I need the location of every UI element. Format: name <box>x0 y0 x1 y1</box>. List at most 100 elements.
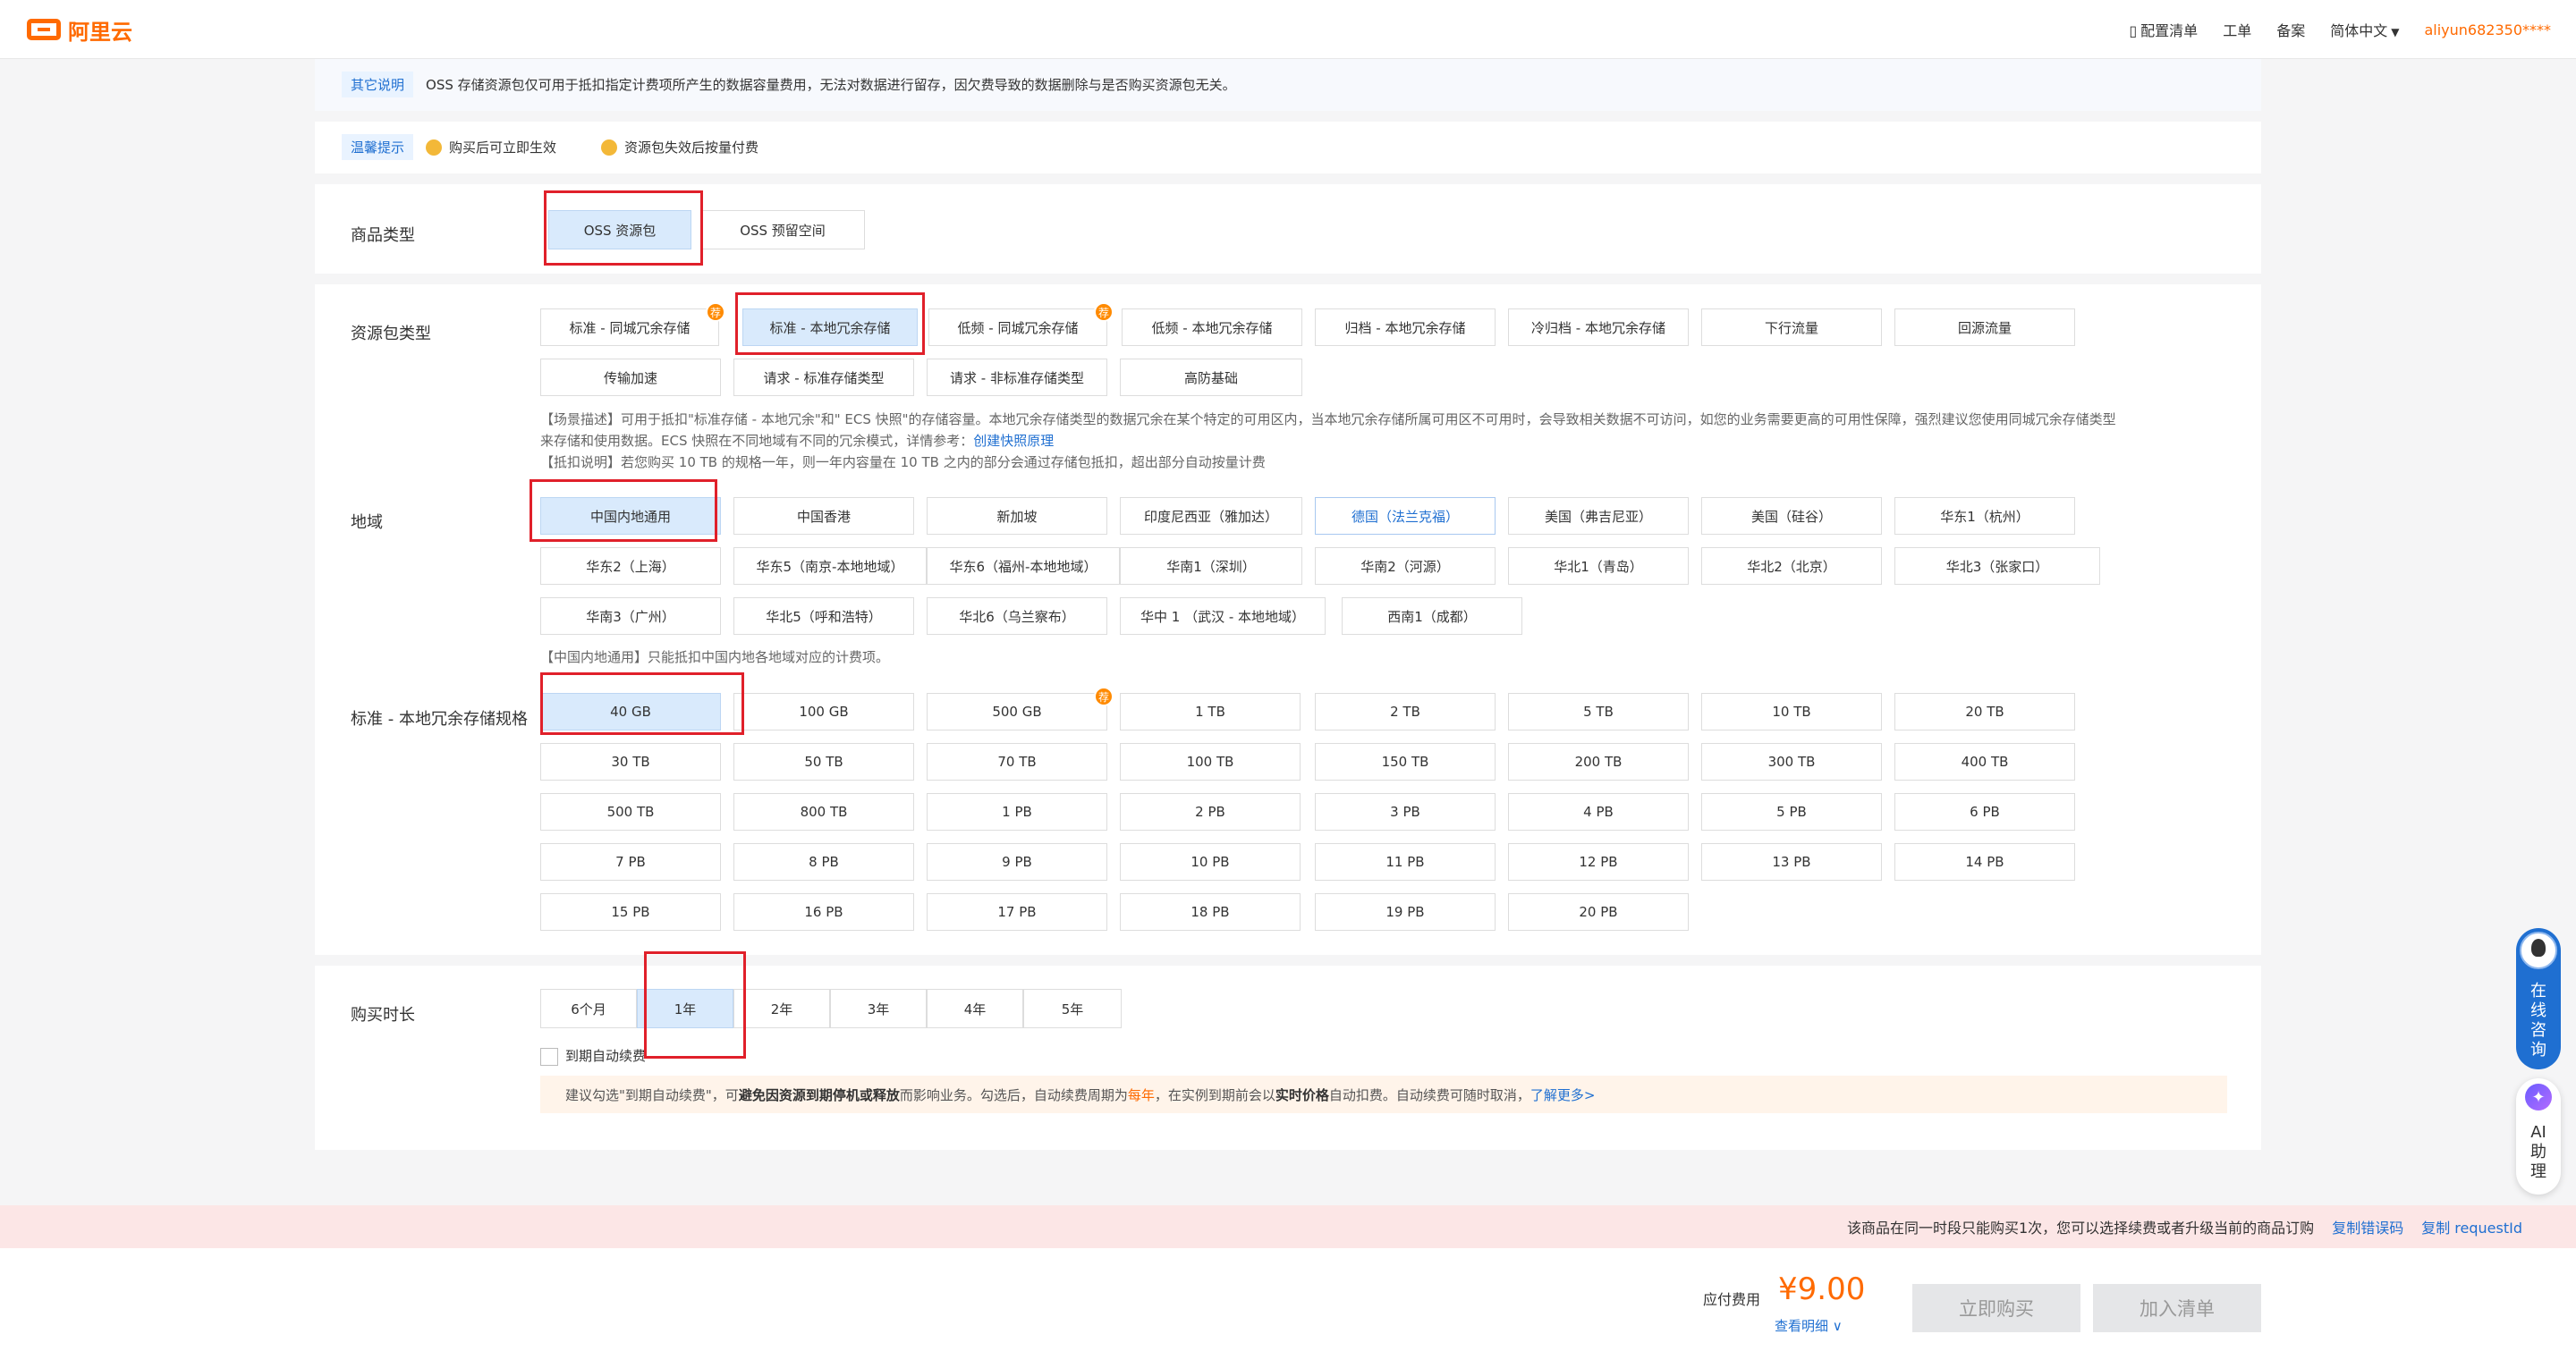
spec-option[interactable]: 20 TB <box>1894 693 2075 730</box>
spec-option[interactable]: 2 TB <box>1315 693 1496 730</box>
spec-option[interactable]: 50 TB <box>733 743 914 781</box>
icp-link[interactable]: 备案 <box>2276 19 2305 40</box>
spec-option[interactable]: 17 PB <box>927 893 1107 931</box>
duration-option[interactable]: 5年 <box>1023 989 1122 1028</box>
package-option[interactable]: 低频 - 本地冗余存储 <box>1122 308 1302 346</box>
package-option[interactable]: 标准 - 同城冗余存储荐 <box>540 302 725 346</box>
package-option[interactable]: 低频 - 同城冗余存储荐 <box>928 302 1114 346</box>
region-option[interactable]: 华北3（张家口） <box>1894 547 2100 585</box>
spec-option[interactable]: 200 TB <box>1508 743 1689 781</box>
region-option[interactable]: 西南1（成都） <box>1342 597 1522 635</box>
language-selector[interactable]: 简体中文 ▼ <box>2330 19 2399 40</box>
region-option[interactable]: 中国内地通用 <box>540 497 721 535</box>
region-option[interactable]: 华北1（青岛） <box>1508 547 1689 585</box>
copy-request-id-link[interactable]: 复制 requestId <box>2421 1216 2522 1237</box>
spec-option[interactable]: 150 TB <box>1315 743 1496 781</box>
region-option[interactable]: 美国（弗吉尼亚） <box>1508 497 1689 535</box>
spec-option[interactable]: 500 GB 荐 <box>927 687 1114 730</box>
spec-option[interactable]: 100 GB <box>733 693 914 730</box>
spec-option[interactable]: 10 PB <box>1120 843 1301 881</box>
auto-renew-checkbox[interactable] <box>540 1048 558 1066</box>
spec-option[interactable]: 7 PB <box>540 843 721 881</box>
spec-option[interactable]: 2 PB <box>1120 793 1301 831</box>
region-option[interactable]: 华南1（深圳） <box>1120 547 1302 585</box>
region-option[interactable]: 华东6（福州-本地地域） <box>927 547 1120 585</box>
region-option[interactable]: 华南3（广州） <box>540 597 721 635</box>
duration-option[interactable]: 6个月 <box>540 989 637 1028</box>
region-option[interactable]: 华北5（呼和浩特） <box>733 597 914 635</box>
package-option[interactable]: 传输加速 <box>540 359 721 396</box>
duration-option[interactable]: 2年 <box>733 989 830 1028</box>
spec-option[interactable]: 5 TB <box>1508 693 1689 730</box>
other-note-text: OSS 存储资源包仅可用于抵扣指定计费项所产生的数据容量费用，无法对数据进行留存… <box>426 77 1236 93</box>
package-option[interactable]: 请求 - 标准存储类型 <box>733 359 914 396</box>
option-text: 4 PB <box>1583 804 1614 820</box>
copy-error-code-link[interactable]: 复制错误码 <box>2332 1216 2403 1237</box>
package-option[interactable]: 下行流量 <box>1701 308 1882 346</box>
caret-down-icon: ▼ <box>2391 26 2400 38</box>
spec-option[interactable]: 4 PB <box>1508 793 1689 831</box>
spec-option[interactable]: 70 TB <box>927 743 1107 781</box>
option-text: 100 TB <box>1186 754 1234 770</box>
spec-option[interactable]: 1 TB <box>1120 693 1301 730</box>
spec-option[interactable]: 6 PB <box>1894 793 2075 831</box>
buy-now-button[interactable]: 立即购买 <box>1912 1284 2080 1332</box>
package-option[interactable]: 请求 - 非标准存储类型 <box>927 359 1107 396</box>
spec-option[interactable]: 500 TB <box>540 793 721 831</box>
region-option[interactable]: 德国（法兰克福） <box>1315 497 1496 535</box>
spec-option[interactable]: 11 PB <box>1315 843 1496 881</box>
spec-option[interactable]: 10 TB <box>1701 693 1882 730</box>
config-list-link[interactable]: 配置清单 <box>2129 19 2198 40</box>
spec-option[interactable]: 13 PB <box>1701 843 1882 881</box>
package-type-label: 资源包类型 <box>351 325 431 343</box>
add-to-list-button[interactable]: 加入清单 <box>2093 1284 2261 1332</box>
duration-option[interactable]: 4年 <box>927 989 1023 1028</box>
region-option[interactable]: 中国香港 <box>733 497 914 535</box>
duration-option[interactable]: 3年 <box>830 989 927 1028</box>
spec-option[interactable]: 9 PB <box>927 843 1107 881</box>
package-option[interactable]: 高防基础 <box>1120 359 1302 396</box>
spec-option[interactable]: 800 TB <box>733 793 914 831</box>
view-detail-link[interactable]: 查看明细 ∨ <box>1775 1316 1843 1335</box>
learn-more-link[interactable]: 了解更多> <box>1530 1085 1596 1104</box>
option-oss-package[interactable]: OSS 资源包 <box>548 210 691 249</box>
region-option[interactable]: 华北6（乌兰察布） <box>927 597 1107 635</box>
spec-option[interactable]: 40 GB <box>540 693 721 730</box>
spec-option[interactable]: 15 PB <box>540 893 721 931</box>
spec-option[interactable]: 300 TB <box>1701 743 1882 781</box>
spec-option[interactable]: 8 PB <box>733 843 914 881</box>
user-account[interactable]: aliyun682350**** <box>2424 21 2551 38</box>
duration-option[interactable]: 1年 <box>637 989 733 1028</box>
spec-option[interactable]: 400 TB <box>1894 743 2075 781</box>
spec-option[interactable]: 30 TB <box>540 743 721 781</box>
spec-option[interactable]: 14 PB <box>1894 843 2075 881</box>
package-option[interactable]: 标准 - 本地冗余存储 <box>742 308 918 346</box>
package-option[interactable]: 冷归档 - 本地冗余存储 <box>1508 308 1689 346</box>
spec-option[interactable]: 1 PB <box>927 793 1107 831</box>
option-oss-reserved[interactable]: OSS 预留空间 <box>700 210 865 249</box>
other-note-panel: 其它说明 OSS 存储资源包仅可用于抵扣指定计费项所产生的数据容量费用，无法对数… <box>315 59 2261 111</box>
spec-option[interactable]: 3 PB <box>1315 793 1496 831</box>
spec-option[interactable]: 18 PB <box>1120 893 1301 931</box>
region-option[interactable]: 华东2（上海） <box>540 547 721 585</box>
region-option[interactable]: 印度尼西亚（雅加达） <box>1120 497 1302 535</box>
region-option[interactable]: 华南2（河源） <box>1315 547 1496 585</box>
package-option[interactable]: 回源流量 <box>1894 308 2075 346</box>
spec-option[interactable]: 20 PB <box>1508 893 1689 931</box>
region-option[interactable]: 华北2（北京） <box>1701 547 1882 585</box>
region-option[interactable]: 华中 1 （武汉 - 本地地域） <box>1120 597 1326 635</box>
spec-option[interactable]: 16 PB <box>733 893 914 931</box>
snapshot-link[interactable]: 创建快照原理 <box>973 433 1054 449</box>
region-option[interactable]: 华东5（南京-本地地域） <box>733 547 927 585</box>
spec-option[interactable]: 12 PB <box>1508 843 1689 881</box>
region-option[interactable]: 美国（硅谷） <box>1701 497 1882 535</box>
region-option[interactable]: 华东1（杭州） <box>1894 497 2075 535</box>
spec-option[interactable]: 19 PB <box>1315 893 1496 931</box>
option-text: 200 TB <box>1574 754 1623 770</box>
spec-option[interactable]: 5 PB <box>1701 793 1882 831</box>
package-option[interactable]: 归档 - 本地冗余存储 <box>1315 308 1496 346</box>
region-option[interactable]: 新加坡 <box>927 497 1107 535</box>
spec-option[interactable]: 100 TB <box>1120 743 1301 781</box>
aliyun-logo[interactable]: 阿里云 <box>27 16 132 45</box>
ticket-link[interactable]: 工单 <box>2223 19 2251 40</box>
